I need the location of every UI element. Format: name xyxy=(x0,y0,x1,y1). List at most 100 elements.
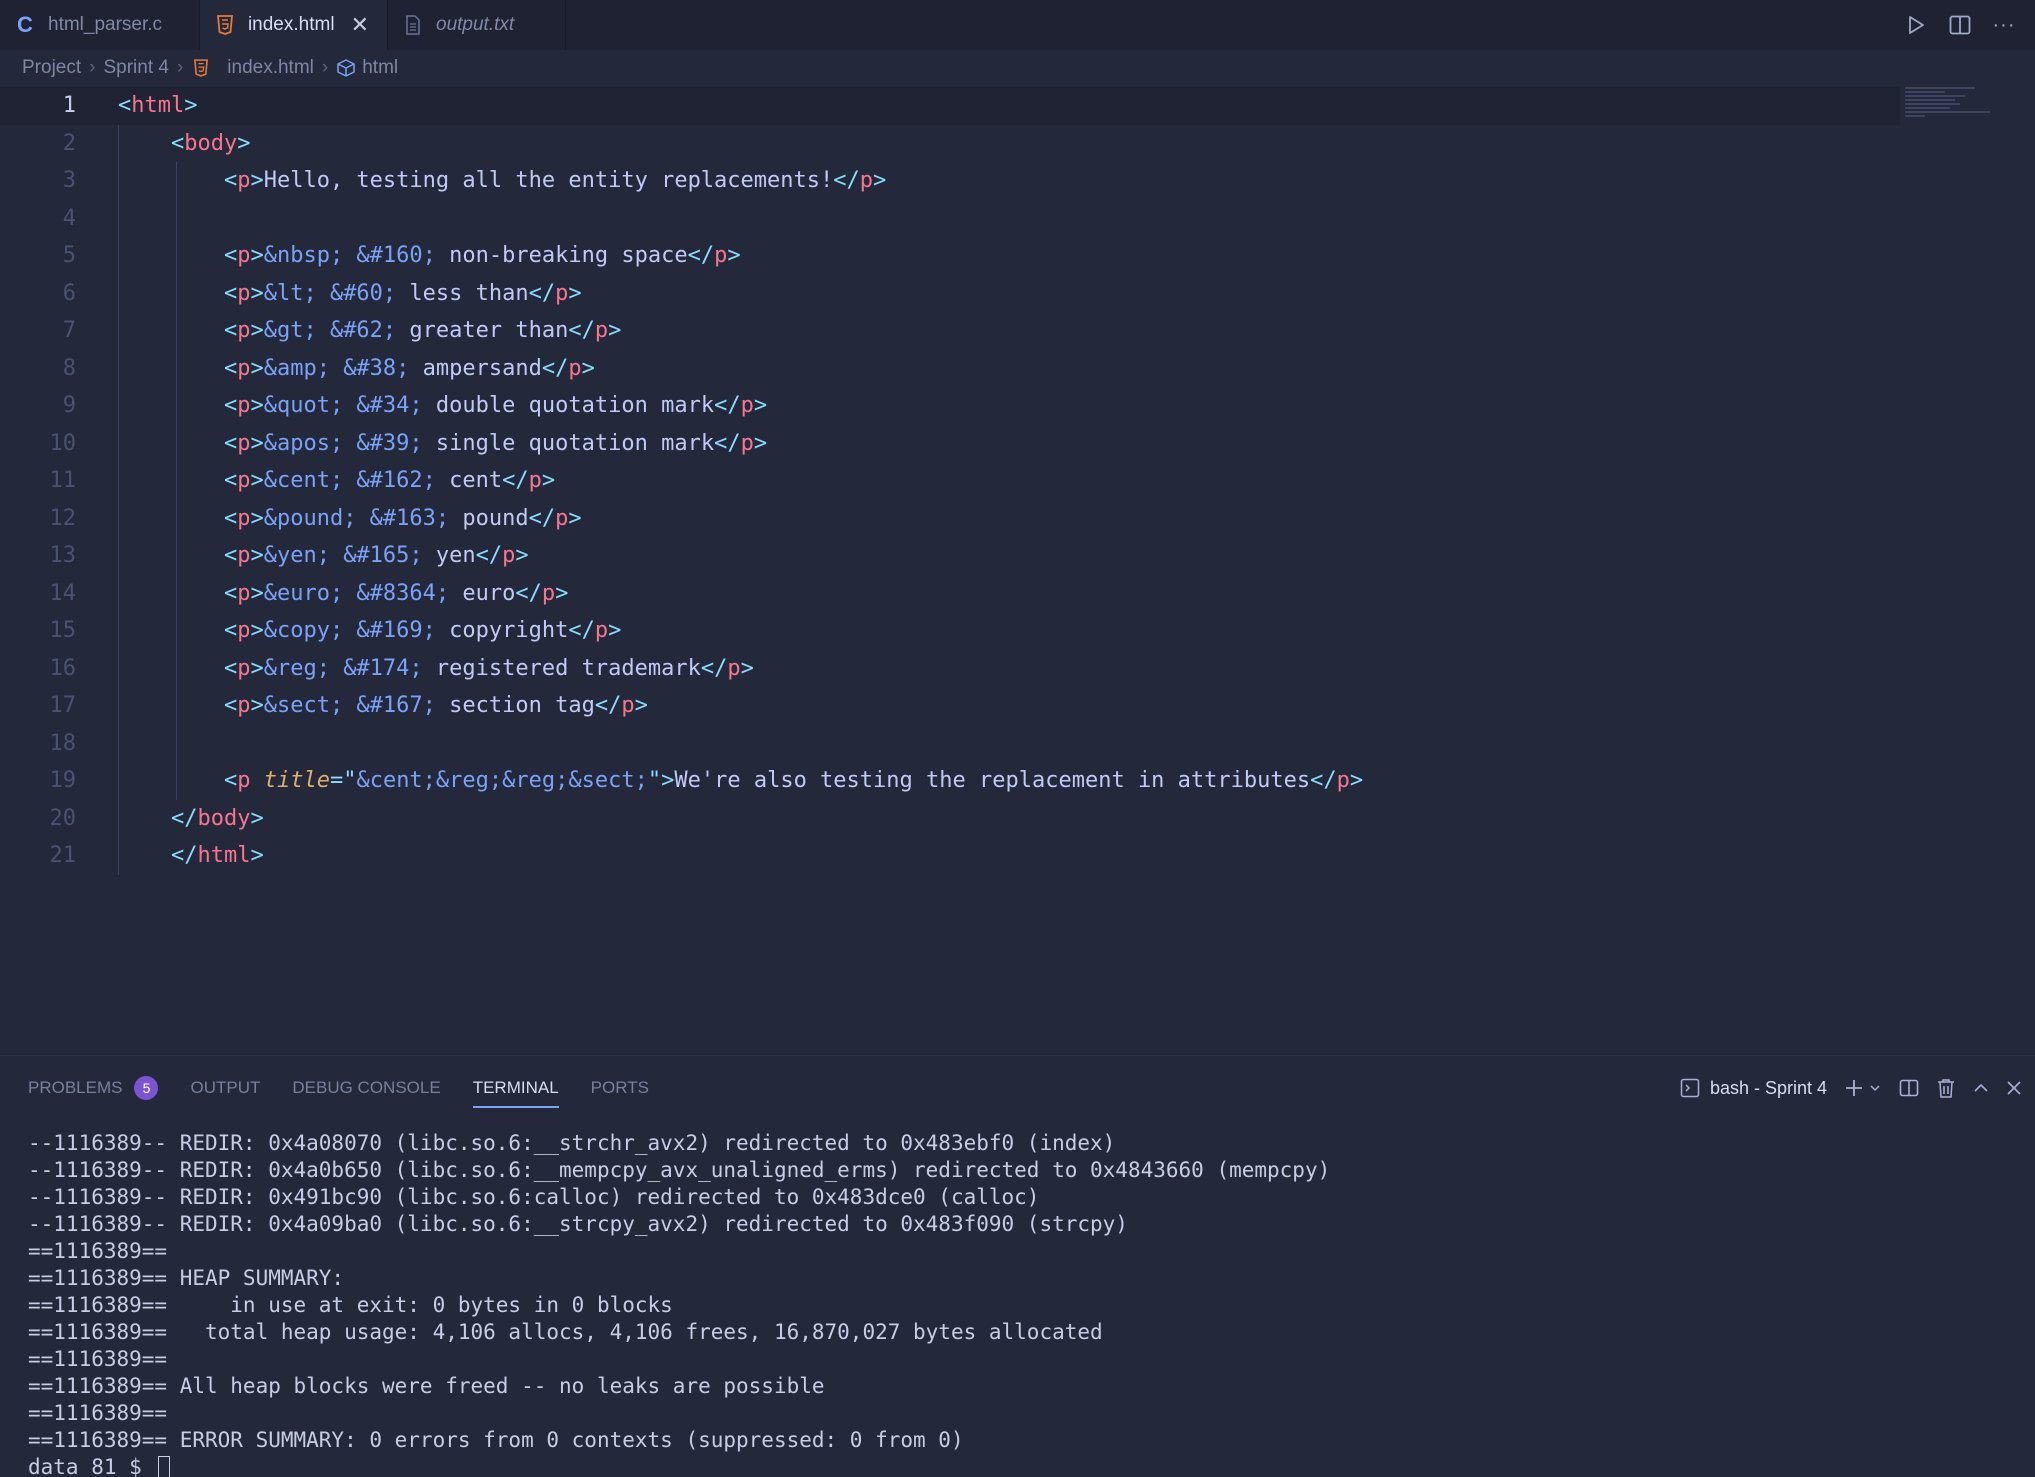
code-token: &quot; &#34; xyxy=(263,393,423,419)
code-token: </ xyxy=(833,168,860,194)
tab-label: html_parser.c xyxy=(48,14,163,35)
run-icon[interactable] xyxy=(1905,14,1927,36)
terminal-line: --1116389-- REDIR: 0x4a0b650 (libc.so.6:… xyxy=(28,1158,1331,1182)
code-token: yen xyxy=(422,543,476,569)
symbol-cube-icon xyxy=(336,58,356,78)
code-token: < xyxy=(223,318,238,344)
html-file-icon xyxy=(191,58,211,78)
code-line[interactable]: 3 <p>Hello, testing all the entity repla… xyxy=(0,162,1900,200)
line-number: 20 xyxy=(49,805,77,831)
code-token: &amp; &#38; xyxy=(263,355,410,381)
maximize-panel-button[interactable] xyxy=(1973,1076,1989,1100)
code-line[interactable]: 19 <p title="&cent;&reg;&reg;&sect;">We'… xyxy=(0,762,1900,800)
text-file-icon xyxy=(402,14,424,36)
code-token: body xyxy=(197,805,251,831)
tab-html-parser-c[interactable]: C html_parser.c xyxy=(0,0,200,50)
terminal-selector[interactable]: bash - Sprint 4 xyxy=(1680,1076,1827,1100)
code-line[interactable]: 4 xyxy=(0,200,1900,238)
tab-output-txt[interactable]: output.txt xyxy=(388,0,566,50)
split-terminal-button[interactable] xyxy=(1899,1076,1919,1100)
code-token: < xyxy=(223,355,238,381)
code-token: body xyxy=(184,130,238,156)
line-number: 5 xyxy=(62,243,76,269)
code-line[interactable]: 9 <p>&quot; &#34; double quotation mark<… xyxy=(0,387,1900,425)
tab-output[interactable]: OUTPUT xyxy=(190,1070,260,1106)
code-line[interactable]: 12 <p>&pound; &#163; pound</p> xyxy=(0,500,1900,538)
tab-ports[interactable]: PORTS xyxy=(591,1070,649,1106)
code-line[interactable]: 10 <p>&apos; &#39; single quotation mark… xyxy=(0,425,1900,463)
code-line[interactable]: 16 <p>&reg; &#174; registered trademark<… xyxy=(0,650,1900,688)
code-text: <p>&gt; &#62; greater than</p> xyxy=(118,318,621,343)
kill-terminal-button[interactable] xyxy=(1937,1076,1955,1100)
code-token: p xyxy=(237,393,251,419)
more-actions-icon[interactable]: ··· xyxy=(1993,14,2015,36)
line-number: 6 xyxy=(62,280,76,306)
breadcrumb-project[interactable]: Project xyxy=(22,57,81,79)
code-line[interactable]: 18 xyxy=(0,725,1900,763)
code-line[interactable]: 13 <p>&yen; &#165; yen</p> xyxy=(0,537,1900,575)
code-token: p xyxy=(237,243,251,269)
code-line[interactable]: 20 </body> xyxy=(0,800,1900,838)
code-text: <p>&quot; &#34; double quotation mark</p… xyxy=(118,393,767,418)
code-token: > xyxy=(250,505,264,531)
tab-index-html[interactable]: index.html ✕ xyxy=(200,0,388,50)
terminal-line: ==1116389== xyxy=(28,1239,168,1263)
code-line[interactable]: 15 <p>&copy; &#169; copyright</p> xyxy=(0,612,1900,650)
code-line[interactable]: 21 </html> xyxy=(0,837,1900,875)
tab-debug-console[interactable]: DEBUG CONSOLE xyxy=(292,1070,440,1106)
breadcrumb-folder[interactable]: Sprint 4 xyxy=(103,57,168,79)
code-token: > xyxy=(568,505,582,531)
code-line[interactable]: 17 <p>&sect; &#167; section tag</p> xyxy=(0,687,1900,725)
terminal-line: --1116389-- REDIR: 0x4a08070 (libc.so.6:… xyxy=(28,1131,1116,1155)
code-text: <p>&amp; &#38; ampersand</p> xyxy=(118,356,595,381)
code-token: copyright xyxy=(435,618,569,644)
close-panel-button[interactable] xyxy=(2007,1076,2021,1100)
code-line[interactable]: 2 <body> xyxy=(0,125,1900,163)
chevron-down-icon[interactable] xyxy=(1869,1083,1881,1093)
code-token: < xyxy=(223,280,238,306)
breadcrumb-symbol[interactable]: html xyxy=(362,57,398,79)
new-terminal-button[interactable] xyxy=(1845,1076,1881,1100)
terminal-output[interactable]: --1116389-- REDIR: 0x4a08070 (libc.so.6:… xyxy=(28,1130,2018,1477)
close-icon[interactable]: ✕ xyxy=(351,12,369,38)
code-token: &gt; &#62; xyxy=(263,318,397,344)
code-token: p xyxy=(237,318,251,344)
code-line[interactable]: 7 <p>&gt; &#62; greater than</p> xyxy=(0,312,1900,350)
terminal-prompt-line[interactable]: data 81 $ xyxy=(28,1454,2018,1477)
split-editor-icon[interactable] xyxy=(1949,14,1971,36)
code-line[interactable]: 6 <p>&lt; &#60; less than</p> xyxy=(0,275,1900,313)
code-token: </ xyxy=(714,393,741,419)
code-token: </ xyxy=(700,655,728,681)
code-token: > xyxy=(250,468,264,494)
code-token: > xyxy=(753,430,768,456)
line-number: 17 xyxy=(49,693,77,719)
code-line[interactable]: 14 <p>&euro; &#8364; euro</p> xyxy=(0,575,1900,613)
tab-problems[interactable]: PROBLEMS 5 xyxy=(28,1070,159,1106)
tab-terminal[interactable]: TERMINAL xyxy=(472,1070,559,1108)
code-line[interactable]: 5 <p>&nbsp; &#160; non-breaking space</p… xyxy=(0,237,1900,275)
breadcrumb-file[interactable]: index.html xyxy=(227,57,314,79)
code-token: </ xyxy=(170,805,198,831)
code-line[interactable]: 1 <html> xyxy=(0,87,1900,125)
code-token: title xyxy=(263,768,330,794)
minimap[interactable] xyxy=(1905,87,1995,137)
code-line[interactable]: 11 <p>&cent; &#162; cent</p> xyxy=(0,462,1900,500)
line-number: 19 xyxy=(49,768,77,794)
code-line[interactable]: 8 <p>&amp; &#38; ampersand</p> xyxy=(0,350,1900,388)
code-editor[interactable]: 1 <html> 2 <body> 3 <p>Hello, testing all t… xyxy=(0,87,2035,887)
code-token: > xyxy=(541,468,556,494)
line-number: 9 xyxy=(62,393,76,419)
code-token: </ xyxy=(568,618,595,644)
code-token: > xyxy=(727,243,741,269)
code-token: > xyxy=(250,280,264,306)
code-token: < xyxy=(170,130,185,156)
code-token: > xyxy=(250,243,264,269)
code-token: p xyxy=(237,168,251,194)
code-token: p xyxy=(555,505,569,531)
code-token: &cent;&reg;&reg;&sect; xyxy=(356,768,648,794)
code-token: p xyxy=(859,168,874,194)
code-token: > xyxy=(873,168,887,194)
